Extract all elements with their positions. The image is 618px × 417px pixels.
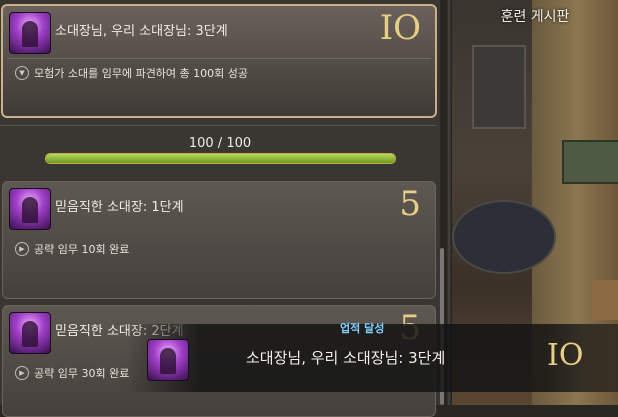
toast-points: IO: [547, 338, 584, 373]
toast-label: 업적 달성: [340, 322, 385, 335]
progress-bar: [45, 153, 396, 164]
wall-tile: [562, 140, 618, 184]
floor-mat: [452, 200, 556, 274]
achievement-title: 믿음직한 소대장: 1단계: [55, 200, 184, 215]
achievement-icon: [9, 188, 51, 230]
expand-icon[interactable]: ▶: [15, 242, 29, 256]
stone-block: [592, 280, 618, 320]
training-board[interactable]: [472, 45, 526, 129]
achievement-icon: [9, 312, 51, 354]
expand-icon[interactable]: ▶: [15, 366, 29, 380]
divider: [7, 58, 431, 59]
achievement-points: IO: [379, 8, 421, 48]
requirement-text: 공략 임무 30회 완료: [34, 367, 130, 380]
divider: [0, 125, 436, 126]
achievement-title: 소대장님, 우리 소대장님: 3단계: [55, 24, 228, 39]
achievement-requirement: ▶ 공략 임무 30회 완료: [15, 365, 129, 381]
achievement-card[interactable]: 믿음직한 소대장: 1단계 5 ▶ 공략 임무 10회 완료: [2, 181, 436, 299]
achievement-points: 5: [399, 184, 421, 224]
requirement-text: 모험가 소대를 임무에 파견하여 총 100회 성공: [34, 67, 249, 80]
collapse-icon[interactable]: ▼: [15, 66, 29, 80]
toast-title: 소대장님, 우리 소대장님: 3단계: [246, 349, 446, 367]
achievement-requirement: ▼ 모험가 소대를 임무에 파견하여 총 100회 성공: [15, 65, 248, 81]
achievement-icon: [147, 339, 189, 381]
progress-fill: [46, 154, 395, 163]
requirement-text: 공략 임무 10회 완료: [34, 243, 130, 256]
board-name-label: 훈련 게시판: [500, 9, 570, 25]
achievement-icon: [9, 12, 51, 54]
achievement-toast: 업적 달성 소대장님, 우리 소대장님: 3단계 IO: [125, 322, 618, 392]
achievement-card-current[interactable]: 소대장님, 우리 소대장님: 3단계 IO ▼ 모험가 소대를 임무에 파견하여…: [1, 4, 437, 118]
achievement-requirement: ▶ 공략 임무 10회 완료: [15, 241, 129, 257]
progress-text: 100 / 100: [188, 136, 252, 151]
